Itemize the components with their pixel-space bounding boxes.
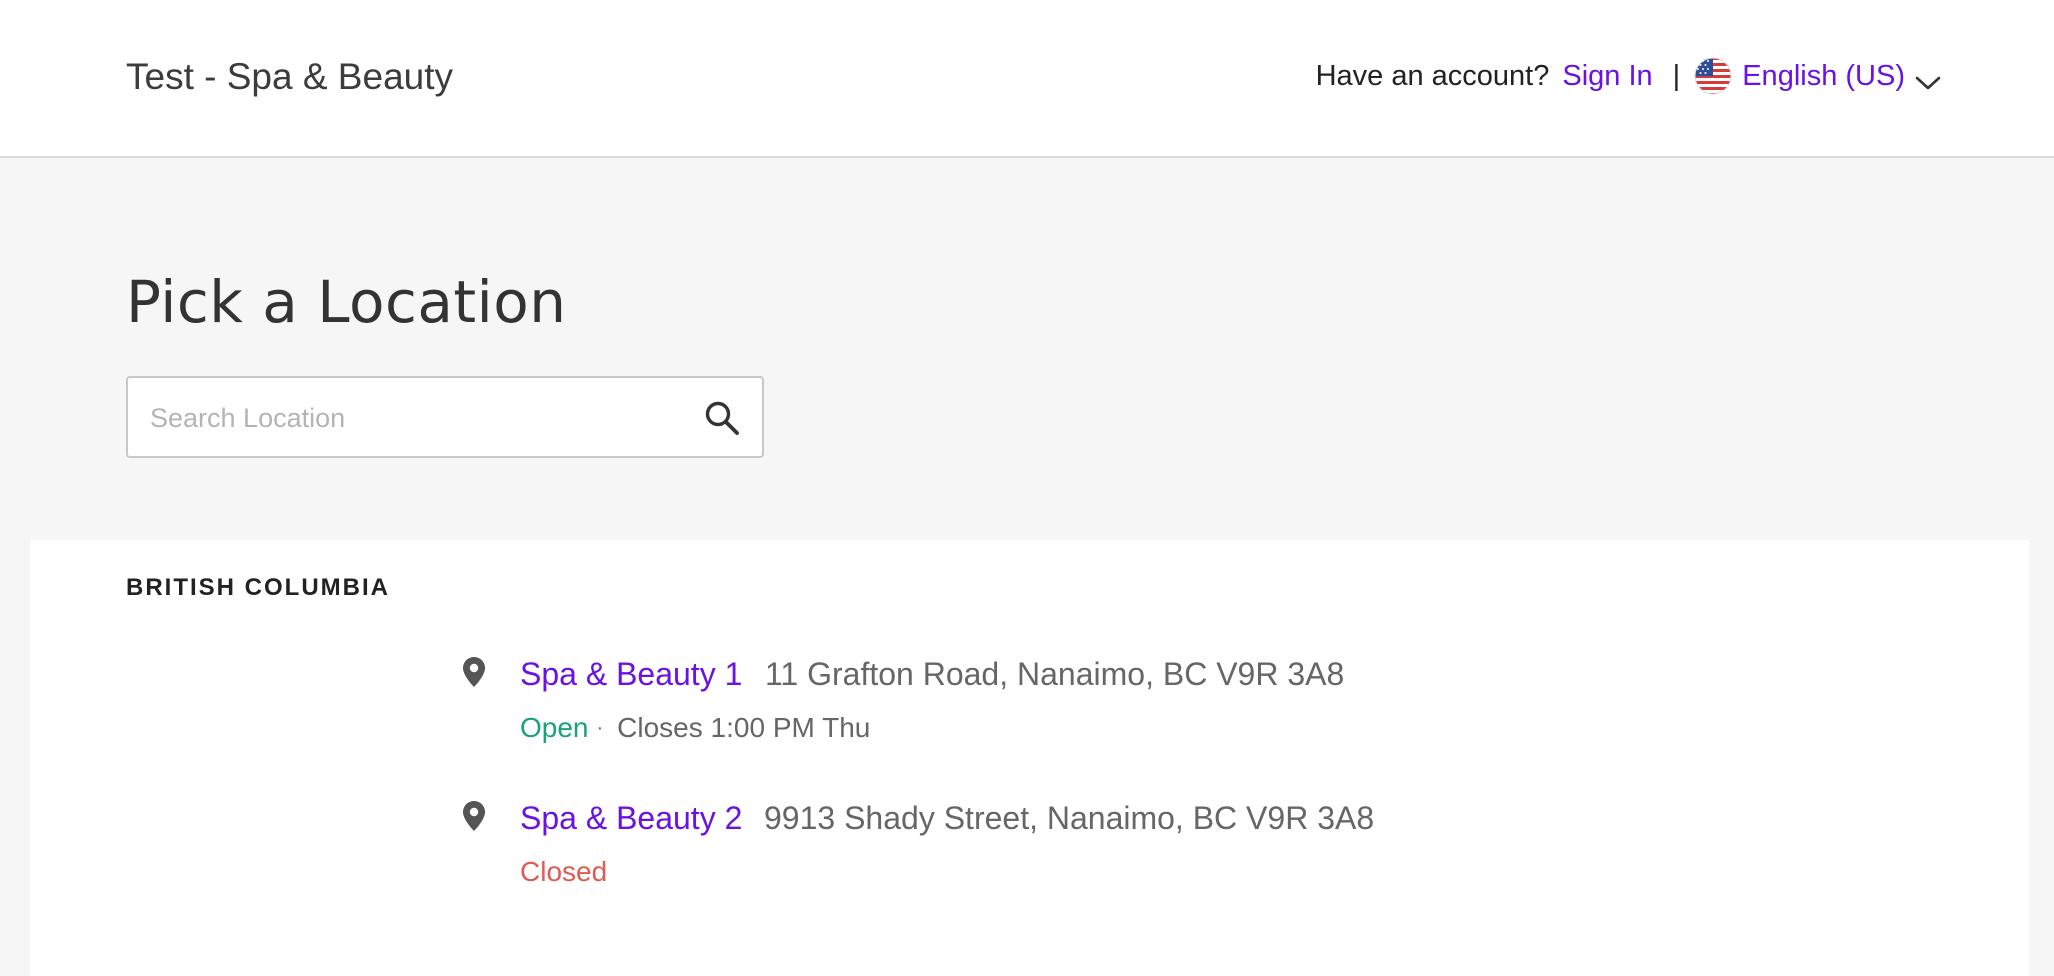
- status-closed: Closed: [520, 856, 608, 887]
- header-divider: |: [1672, 59, 1681, 92]
- region-heading: BRITISH COLUMBIA: [126, 574, 390, 601]
- location-hours: Open · Closes 1:00 PM Thu: [520, 712, 870, 744]
- location-name-link[interactable]: Spa & Beauty 2: [520, 800, 742, 837]
- closing-time: Closes 1:00 PM Thu: [617, 712, 871, 743]
- location-name-link[interactable]: Spa & Beauty 1: [520, 656, 742, 693]
- page-title: Pick a Location: [126, 268, 567, 336]
- account-area: Have an account? Sign In | English (US): [1316, 56, 1941, 96]
- sign-in-link[interactable]: Sign In: [1562, 60, 1652, 93]
- account-prompt: Have an account?: [1315, 59, 1550, 92]
- search-icon[interactable]: [704, 400, 740, 436]
- location-hours: Closed: [520, 856, 607, 888]
- site-header: Test - Spa & Beauty Have an account? Sig…: [0, 0, 2054, 158]
- map-pin-icon: [462, 800, 486, 832]
- map-pin-icon: [462, 656, 486, 688]
- locations-panel: BRITISH COLUMBIA Spa & Beauty 1 11 Graft…: [30, 540, 2029, 976]
- location-address: 9913 Shady Street, Nanaimo, BC V9R 3A8: [764, 800, 1375, 836]
- us-flag-icon: [1694, 57, 1732, 95]
- language-selector[interactable]: English (US): [1742, 60, 1905, 93]
- status-open: Open: [520, 712, 589, 743]
- location-address: 11 Grafton Road, Nanaimo, BC V9R 3A8: [765, 656, 1345, 692]
- status-separator: ·: [596, 716, 604, 739]
- search-input[interactable]: [148, 378, 692, 458]
- search-box: [126, 376, 764, 458]
- chevron-down-icon[interactable]: [1915, 67, 1941, 90]
- site-title: Test - Spa & Beauty: [126, 56, 454, 97]
